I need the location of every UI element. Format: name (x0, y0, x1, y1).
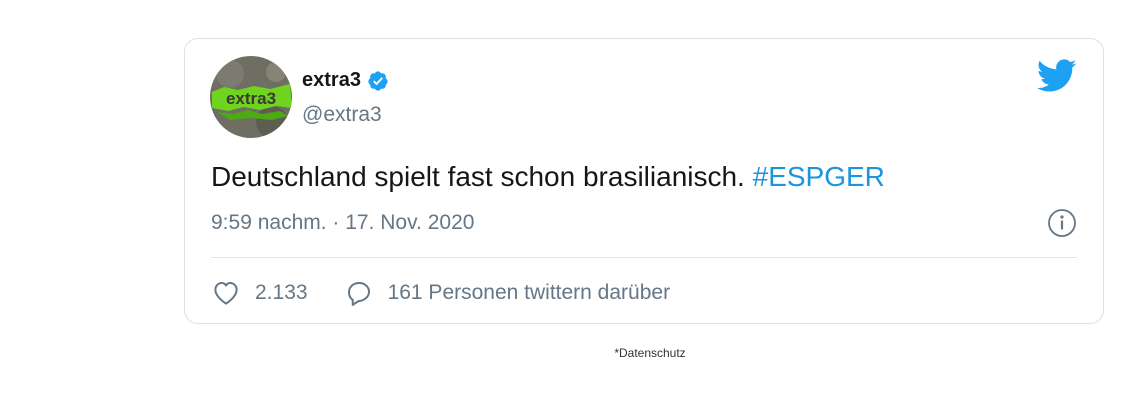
avatar[interactable]: extra3 (210, 56, 292, 138)
author-name[interactable]: extra3 (302, 69, 361, 92)
author-handle[interactable]: @extra3 (302, 103, 382, 127)
hashtag-link[interactable]: #ESPGER (753, 161, 885, 192)
avatar-image: extra3 (210, 56, 292, 138)
info-icon[interactable] (1047, 208, 1077, 238)
tweet-card[interactable]: extra3 extra3 @extra3 Deutschland spielt… (184, 38, 1104, 324)
reply-button[interactable]: 161 Personen twittern darüber (344, 278, 671, 308)
avatar-logo-text: extra3 (226, 89, 276, 108)
like-count: 2.133 (255, 281, 308, 304)
author-name-row: extra3 (302, 69, 389, 92)
heart-icon (214, 282, 238, 305)
twitter-bird-icon[interactable] (1037, 59, 1077, 93)
reply-bubble-icon (347, 282, 370, 306)
divider (211, 257, 1077, 258)
like-button[interactable]: 2.133 (211, 278, 308, 308)
tweet-text: Deutschland spielt fast schon brasiliani… (211, 161, 885, 193)
tweet-timestamp[interactable]: 9:59 nachm. · 17. Nov. 2020 (211, 211, 474, 235)
reply-count-text: 161 Personen twittern darüber (387, 281, 671, 304)
privacy-link[interactable]: *Datenschutz (0, 346, 1136, 360)
tweet-body: Deutschland spielt fast schon brasiliani… (211, 161, 753, 192)
verified-badge-icon (368, 70, 388, 91)
action-bar: 2.133 161 Personen twittern darüber (211, 277, 670, 309)
